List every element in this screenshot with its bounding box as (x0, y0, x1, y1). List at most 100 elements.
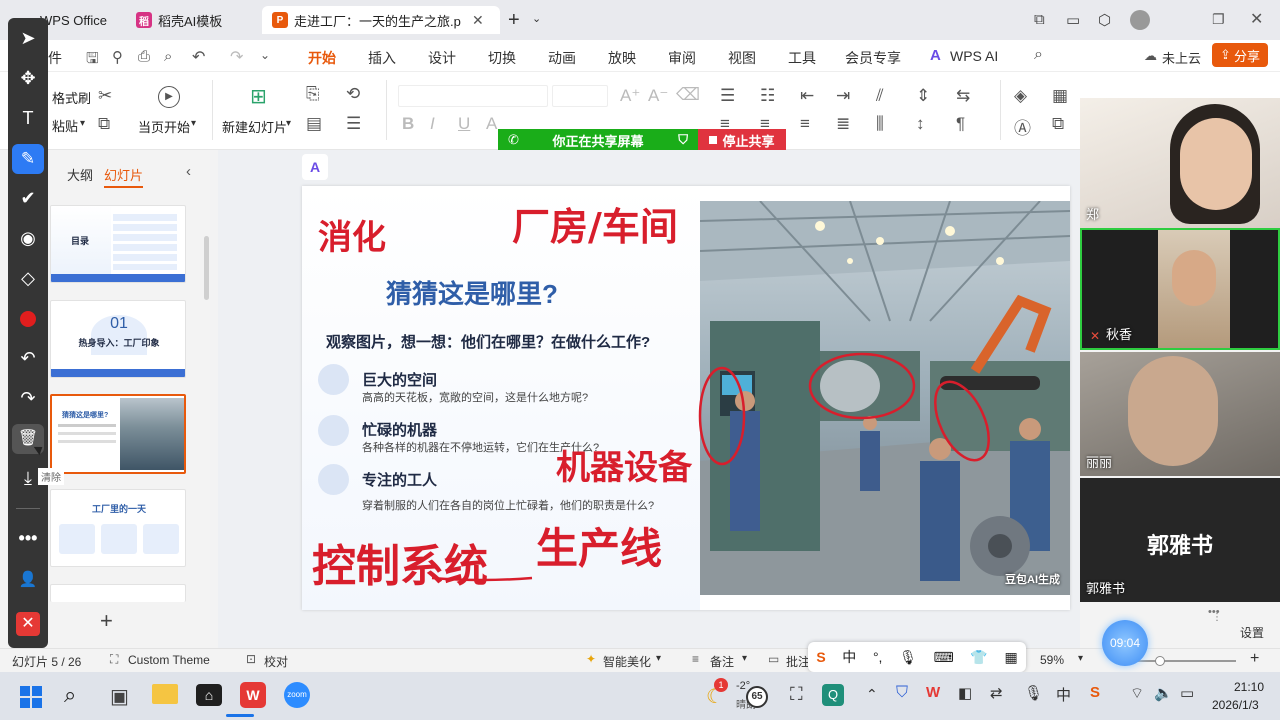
slide-thumbnail-current[interactable]: 猜猜这是哪里? (50, 394, 186, 474)
collapse-panel-icon[interactable]: ‹ (186, 163, 191, 180)
notes-button[interactable]: 备注 (710, 653, 734, 670)
redo-icon[interactable]: ↷ (8, 388, 48, 409)
align-text-icon[interactable]: ⇕ (916, 86, 930, 106)
link-icon[interactable]: ⚲ (112, 48, 123, 66)
sogou-icon[interactable]: S (816, 649, 825, 665)
task-view-icon[interactable]: ▣ (110, 684, 129, 709)
indent-icon[interactable]: ⇤ (800, 86, 814, 106)
keyboard-icon[interactable]: ⌨ (934, 649, 954, 666)
format-painter-button[interactable]: 格式刷 (52, 88, 91, 107)
italic-icon[interactable]: I (430, 114, 435, 134)
tab-slides[interactable]: 幻灯片 (104, 165, 144, 188)
ime-language[interactable]: 中 (842, 647, 856, 667)
video-tile-participant-1[interactable]: 郑 (1080, 98, 1280, 228)
microphone-tray-icon[interactable]: 🎙 (1024, 684, 1043, 702)
clock-date[interactable]: 2026/1/3 (1212, 698, 1259, 712)
spotlight-icon[interactable]: ◉ (8, 228, 48, 249)
bold-icon[interactable]: B (402, 114, 414, 134)
menu-tools[interactable]: 工具 (788, 48, 816, 68)
chevron-down-icon[interactable]: ▾ (286, 118, 291, 129)
add-slide-icon[interactable]: + (100, 608, 113, 634)
play-icon[interactable]: ▶ (158, 86, 180, 108)
ai-assist-icon[interactable]: A (302, 154, 328, 180)
pointer-icon[interactable]: ➤ (8, 28, 48, 49)
checkmark-icon[interactable]: ✔ (8, 188, 48, 209)
menu-insert[interactable]: 插入 (368, 48, 396, 68)
paste-chevron-icon[interactable]: ▾ (80, 118, 85, 129)
settings-tray-icon[interactable]: ⇄ (990, 684, 1003, 702)
stop-share-button[interactable]: 停止共享 (698, 129, 786, 151)
chevron-down-icon[interactable]: ▾ (742, 653, 747, 664)
wps-app-icon[interactable]: W (240, 682, 266, 708)
wifi-icon[interactable]: ⌔ (1130, 684, 1144, 703)
user-icon[interactable]: 👤 (8, 570, 48, 588)
app-icon[interactable]: ⌂ (196, 684, 222, 706)
font-grow-icon[interactable]: A⁺ (620, 86, 640, 106)
window-icon[interactable]: ▭ (1066, 11, 1080, 29)
layout-icon[interactable]: ▤ (306, 114, 322, 134)
close-window-icon[interactable]: ✕ (1250, 9, 1263, 29)
undo-icon[interactable]: ↶ (8, 348, 48, 369)
close-toolbar-icon[interactable]: ✕ (16, 612, 40, 636)
wps-tray-icon[interactable]: W (926, 684, 940, 701)
tab-presentation[interactable]: P 走进工厂：一天的生产之旅.p ✕ (262, 6, 500, 34)
columns-icon[interactable]: ⫼ (876, 114, 884, 134)
video-tile-participant-4[interactable]: 郭雅书 郭雅书 (1080, 478, 1280, 602)
new-slide-button[interactable]: 新建幻灯片 (222, 117, 287, 136)
menu-review[interactable]: 审阅 (668, 48, 696, 68)
windows-start-icon[interactable] (20, 686, 42, 708)
arrange-icon[interactable]: ⧉ (1052, 114, 1064, 134)
move-icon[interactable]: ✥ (8, 68, 48, 89)
sogou-tray-icon[interactable]: S (1090, 684, 1100, 701)
screenshot-icon[interactable]: ⧉ (1034, 11, 1045, 28)
undo-icon[interactable]: ↶ (192, 47, 205, 67)
more-chevron-icon[interactable]: ⌄ (260, 48, 270, 62)
redo-icon[interactable]: ↷ (230, 47, 243, 67)
q-app-icon[interactable]: Q (822, 684, 844, 706)
close-tab-icon[interactable]: ✕ (472, 12, 484, 29)
menu-design[interactable]: 设计 (428, 48, 456, 68)
punctuation-icon[interactable]: °, (873, 649, 883, 665)
new-slide-icon[interactable]: ⊞ (250, 84, 267, 109)
search-icon[interactable]: ⌕ (64, 682, 76, 708)
convert-icon[interactable]: ⇆ (956, 86, 970, 106)
new-tab-icon[interactable]: + (508, 9, 520, 32)
menu-transitions[interactable]: 切换 (488, 48, 516, 68)
reset-icon[interactable]: ⟲ (346, 84, 360, 104)
print-icon[interactable]: ⎙ (138, 48, 150, 65)
play-from-current-button[interactable]: 当页开始 (138, 117, 190, 136)
bullets-icon[interactable]: ☰ (720, 86, 735, 106)
slide-thumbnail-5[interactable]: 工厂里的一天 (50, 489, 186, 567)
shapes-icon[interactable]: ◈ (1014, 86, 1027, 106)
proofread-button[interactable]: 校对 (264, 653, 288, 670)
tab-outline[interactable]: 大纲 (67, 165, 93, 184)
font-family-select[interactable] (398, 85, 548, 107)
scrollbar-thumb[interactable] (204, 236, 209, 300)
video-tile-participant-3[interactable]: 丽丽 (1080, 352, 1280, 476)
menu-home[interactable]: 开始 (308, 48, 336, 75)
settings-label[interactable]: 设置 (1240, 624, 1264, 641)
textbox-icon[interactable]: Ⓐ (1014, 114, 1031, 139)
microphone-icon[interactable]: 🎙 (899, 649, 917, 666)
cube-icon[interactable]: ⬡ (1098, 11, 1111, 29)
pen-icon[interactable]: ✎ (12, 144, 44, 174)
copy-icon[interactable]: ⧉ (98, 114, 110, 134)
tab-list-chevron-icon[interactable]: ⌄ (532, 12, 541, 25)
print-preview-icon[interactable]: ⌕ (164, 48, 172, 65)
tray-app-icon[interactable]: ◧ (958, 684, 972, 702)
skin-icon[interactable]: 👕 (970, 649, 987, 666)
align-right-icon[interactable]: ≡ (800, 114, 810, 134)
save-icon[interactable]: 🖫 (86, 48, 99, 73)
battery-icon[interactable]: ▭ (1180, 684, 1194, 702)
meeting-timer[interactable]: 09:04 (1102, 620, 1148, 666)
chevron-down-icon[interactable]: ▾ (656, 653, 661, 664)
zoom-app-icon[interactable]: zoom (284, 682, 310, 708)
zoom-in-icon[interactable]: + (1250, 650, 1259, 668)
more-icon[interactable]: ••• (8, 528, 48, 549)
search-icon[interactable]: ⌕ (1034, 46, 1043, 64)
menu-animation[interactable]: 动画 (548, 48, 576, 68)
underline-icon[interactable]: U (458, 114, 470, 134)
section-icon[interactable]: ☰ (346, 114, 361, 134)
numbering-icon[interactable]: ☷ (760, 86, 775, 106)
font-size-select[interactable] (552, 85, 608, 107)
